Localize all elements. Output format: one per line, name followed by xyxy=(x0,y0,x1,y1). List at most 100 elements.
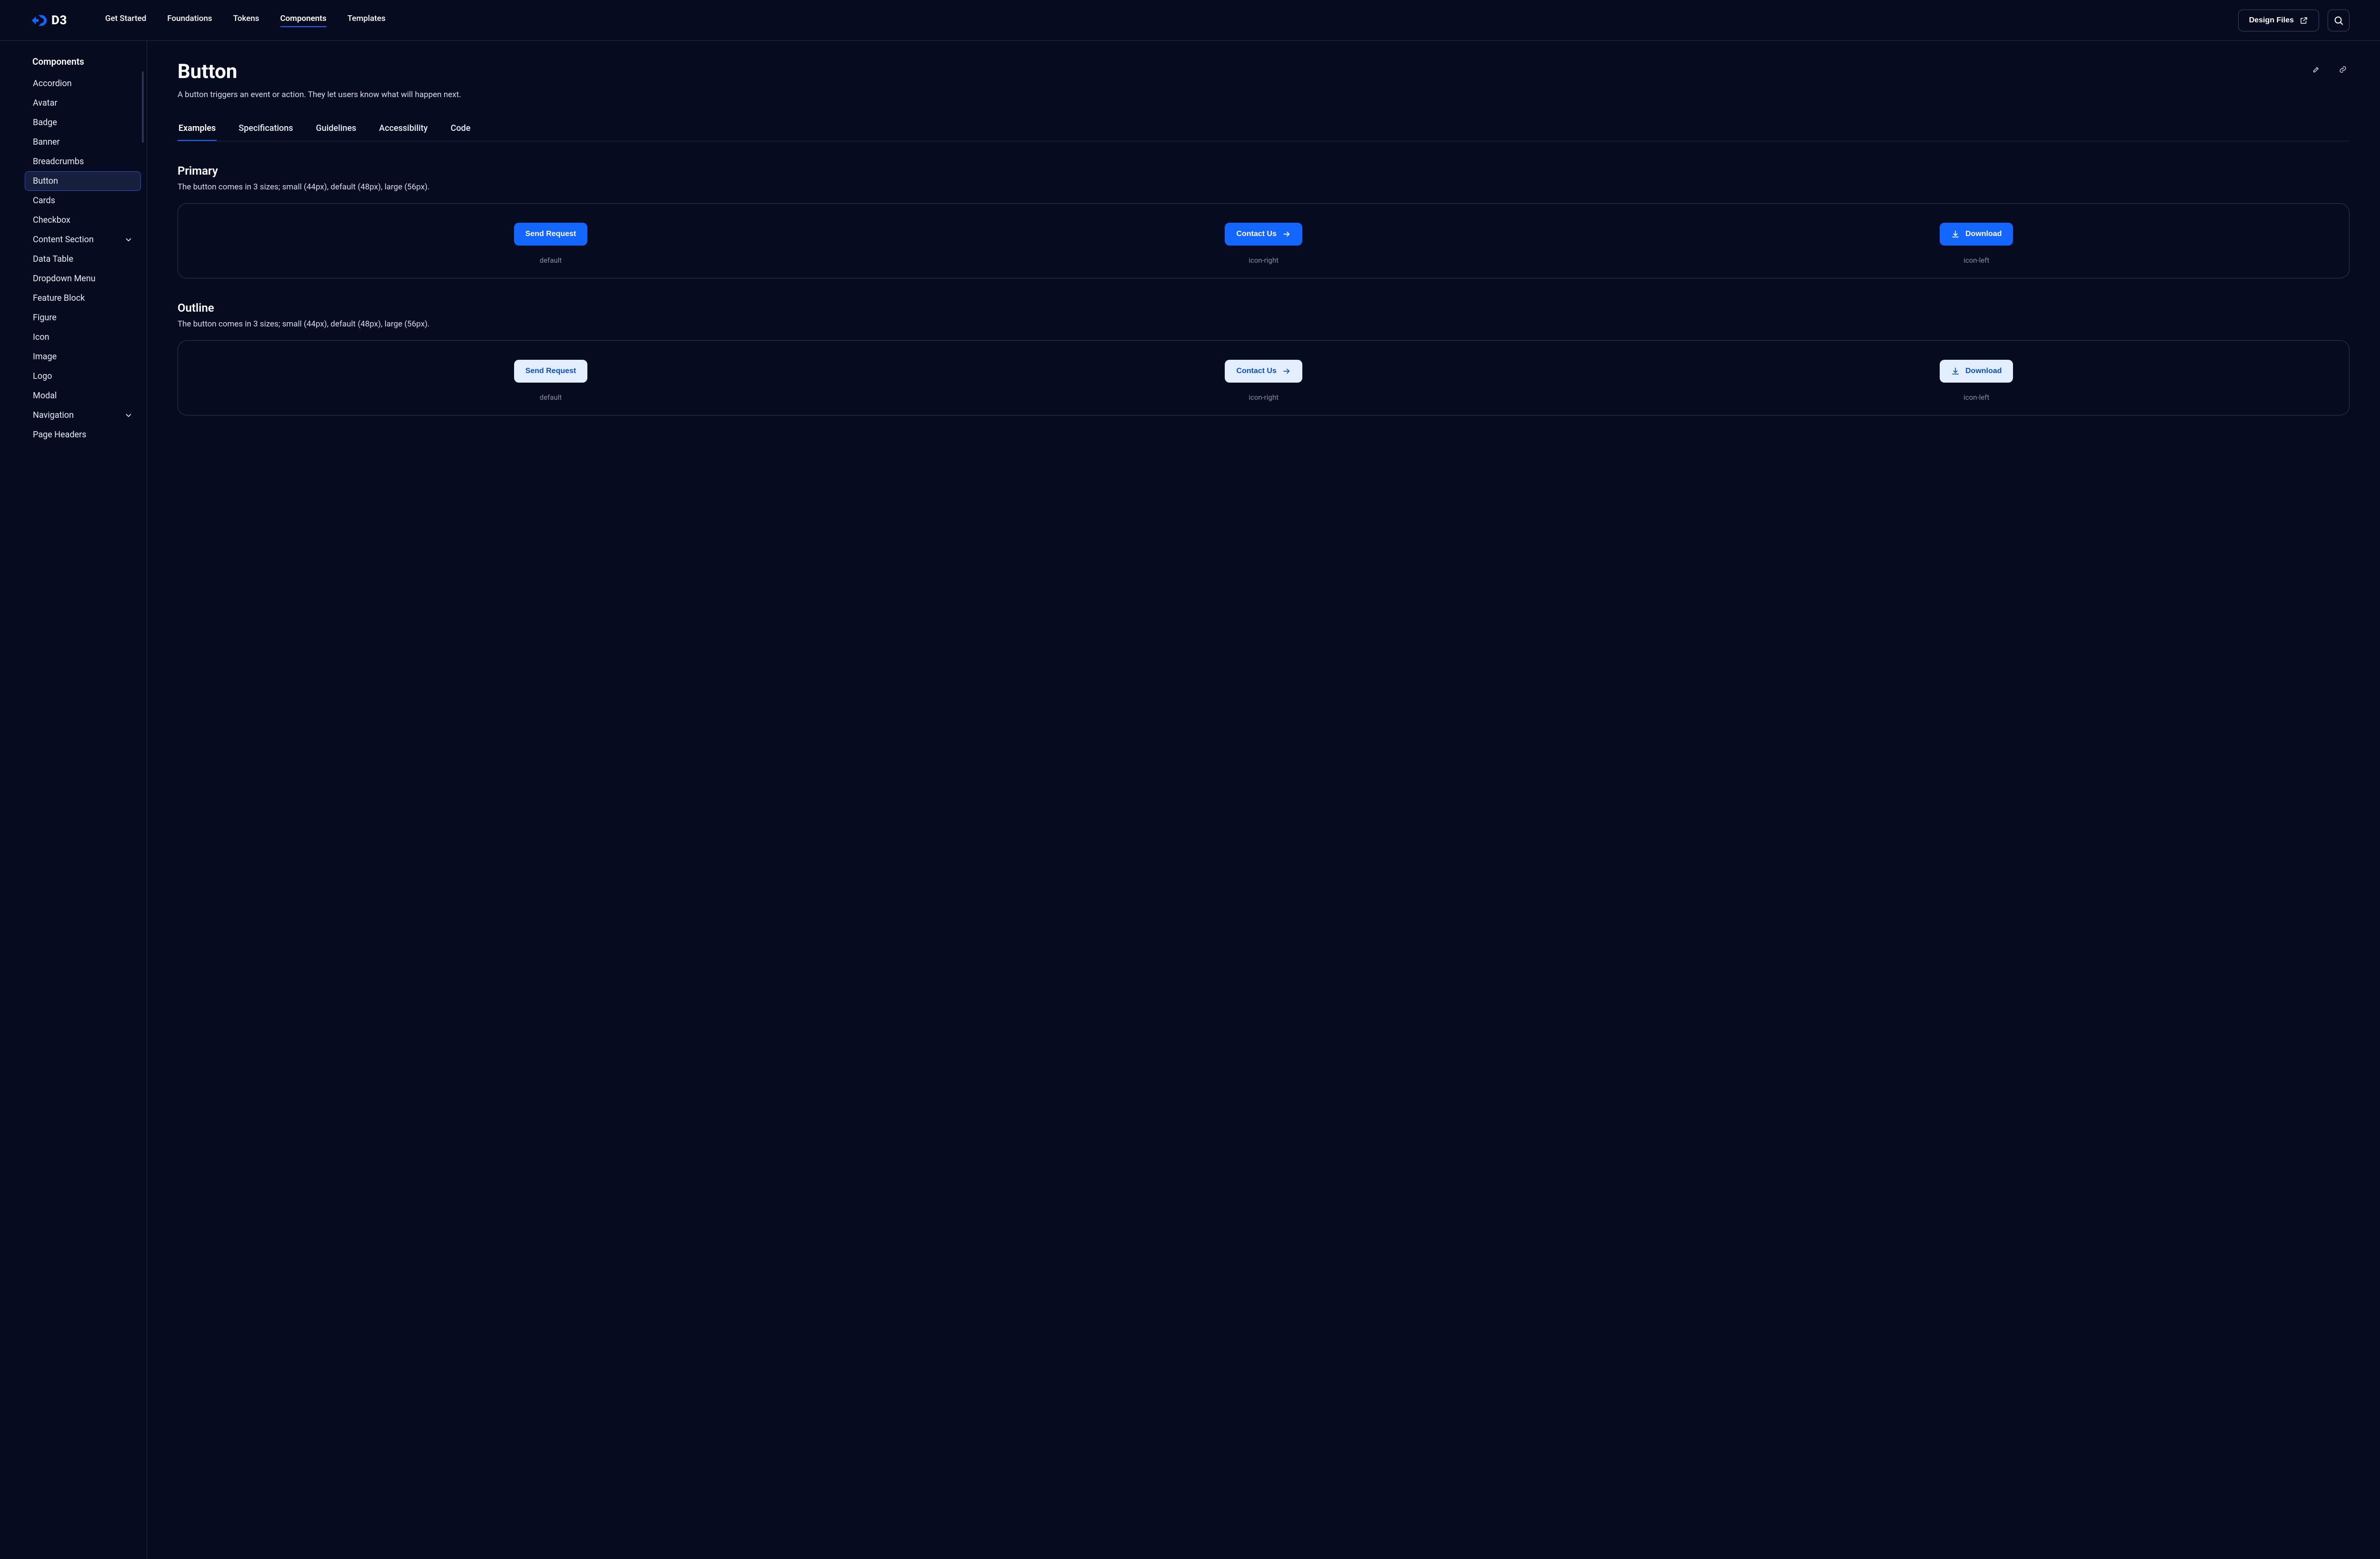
sidebar-item-label: Image xyxy=(33,352,57,362)
arrow-right-icon xyxy=(1282,367,1291,375)
sidebar-item-logo[interactable]: Logo xyxy=(25,366,141,386)
sidebar-item-feature-block[interactable]: Feature Block xyxy=(25,288,141,308)
sidebar-item-breadcrumbs[interactable]: Breadcrumbs xyxy=(25,152,141,171)
sidebar-item-label: Logo xyxy=(33,371,52,381)
page-title: Button xyxy=(178,60,461,83)
sidebar-item-label: Avatar xyxy=(33,98,57,108)
page-actions xyxy=(2310,63,2350,76)
sidebar-item-label: Button xyxy=(33,176,58,186)
sidebar-item-label: Accordion xyxy=(33,79,72,89)
content-tabs: Examples Specifications Guidelines Accessib… xyxy=(178,117,2350,141)
search-button[interactable] xyxy=(2328,10,2350,31)
primary-nav: Get Started Foundations Tokens Components Te… xyxy=(105,14,386,27)
sidebar-item-label: Feature Block xyxy=(33,293,85,303)
sidebar-item-data-table[interactable]: Data Table xyxy=(25,249,141,269)
sidebar-item-checkbox[interactable]: Checkbox xyxy=(25,210,141,230)
chevron-down-icon xyxy=(124,236,133,244)
brand-text: D3 xyxy=(51,13,67,28)
sidebar-item-label: Banner xyxy=(33,137,60,147)
tab-code[interactable]: Code xyxy=(450,117,472,141)
nav-get-started[interactable]: Get Started xyxy=(105,14,146,27)
button-label: Send Request xyxy=(526,367,576,375)
tab-guidelines[interactable]: Guidelines xyxy=(315,117,357,141)
sidebar-item-label: Cards xyxy=(33,196,55,206)
download-icon xyxy=(1951,230,1960,238)
example-cell: Contact Us icon-right xyxy=(1225,223,1302,265)
sidebar-item-content-section[interactable]: Content Section xyxy=(25,230,141,249)
scrollbar-thumb[interactable] xyxy=(142,71,144,143)
tab-specifications[interactable]: Specifications xyxy=(238,117,294,141)
example-caption: icon-right xyxy=(1249,256,1279,265)
section-title: Outline xyxy=(178,301,2350,315)
section-outline: Outline The button comes in 3 sizes; smal… xyxy=(178,301,2350,415)
logo-icon xyxy=(30,12,47,29)
example-box: Send Request default Contact Us icon-right D… xyxy=(178,340,2350,415)
sidebar-item-badge[interactable]: Badge xyxy=(25,113,141,132)
example-caption: icon-right xyxy=(1249,393,1279,402)
brand-logo[interactable]: D3 xyxy=(30,12,67,29)
section-description: The button comes in 3 sizes; small (44px… xyxy=(178,182,2350,192)
button-label: Contact Us xyxy=(1236,367,1276,375)
button-label: Contact Us xyxy=(1236,230,1276,238)
download-icon xyxy=(1951,367,1960,375)
sidebar-item-label: Badge xyxy=(33,118,57,128)
secondary-button-icon-left[interactable]: Download xyxy=(1940,360,2013,383)
design-files-label: Design Files xyxy=(2249,16,2294,25)
sidebar-item-modal[interactable]: Modal xyxy=(25,386,141,405)
sidebar-item-label: Content Section xyxy=(33,235,94,245)
example-caption: icon-left xyxy=(1964,393,1989,402)
header-actions: Design Files xyxy=(2238,10,2350,31)
sidebar-item-label: Navigation xyxy=(33,410,74,420)
tab-examples[interactable]: Examples xyxy=(178,117,217,141)
sidebar-item-accordion[interactable]: Accordion xyxy=(25,74,141,93)
example-caption: default xyxy=(540,256,562,265)
sidebar-item-label: Figure xyxy=(33,313,57,323)
section-description: The button comes in 3 sizes; small (44px… xyxy=(178,319,2350,329)
tab-accessibility[interactable]: Accessibility xyxy=(378,117,428,141)
sidebar-item-image[interactable]: Image xyxy=(25,347,141,366)
page-description: A button triggers an event or action. Th… xyxy=(178,90,461,99)
button-label: Send Request xyxy=(526,230,576,238)
primary-button-icon-right[interactable]: Contact Us xyxy=(1225,223,1302,246)
design-files-button[interactable]: Design Files xyxy=(2238,10,2319,31)
page-header: Button A button triggers an event or act… xyxy=(178,60,2350,99)
sidebar-item-label: Modal xyxy=(33,391,57,401)
sidebar-item-label: Icon xyxy=(33,332,50,342)
secondary-button-icon-right[interactable]: Contact Us xyxy=(1225,360,1302,383)
edit-icon xyxy=(2312,64,2320,75)
sidebar-item-label: Breadcrumbs xyxy=(33,157,84,167)
app-header: D3 Get Started Foundations Tokens Component… xyxy=(0,0,2380,41)
external-link-icon xyxy=(2300,16,2308,25)
copy-link-button[interactable] xyxy=(2336,63,2350,76)
sidebar-item-label: Dropdown Menu xyxy=(33,274,96,284)
sidebar-item-cards[interactable]: Cards xyxy=(25,191,141,210)
sidebar-item-icon[interactable]: Icon xyxy=(25,327,141,347)
sidebar-item-figure[interactable]: Figure xyxy=(25,308,141,327)
sidebar-item-banner[interactable]: Banner xyxy=(25,132,141,152)
nav-templates[interactable]: Templates xyxy=(347,14,386,27)
example-cell: Send Request default xyxy=(514,360,588,402)
search-icon xyxy=(2333,15,2344,26)
button-label: Download xyxy=(1965,230,2002,238)
sidebar-item-label: Page Headers xyxy=(33,430,86,440)
sidebar-item-navigation[interactable]: Navigation xyxy=(25,405,141,425)
sidebar-item-avatar[interactable]: Avatar xyxy=(25,93,141,113)
sidebar-item-label: Checkbox xyxy=(33,215,70,225)
nav-tokens[interactable]: Tokens xyxy=(233,14,259,27)
edit-button[interactable] xyxy=(2310,63,2323,76)
nav-foundations[interactable]: Foundations xyxy=(167,14,212,27)
sidebar-item-page-headers[interactable]: Page Headers xyxy=(25,425,141,444)
button-label: Download xyxy=(1965,367,2002,375)
sidebar-item-button[interactable]: Button xyxy=(25,171,141,191)
primary-button-default[interactable]: Send Request xyxy=(514,223,588,246)
arrow-right-icon xyxy=(1282,230,1291,238)
content-area: Button A button triggers an event or act… xyxy=(147,41,2380,1559)
example-cell: Downloadicon-left xyxy=(1940,223,2013,265)
example-caption: default xyxy=(540,393,562,402)
example-cell: Send Request default xyxy=(514,223,588,265)
chevron-down-icon xyxy=(124,411,133,420)
secondary-button-default[interactable]: Send Request xyxy=(514,360,588,383)
primary-button-icon-left[interactable]: Download xyxy=(1940,223,2013,246)
sidebar-item-dropdown-menu[interactable]: Dropdown Menu xyxy=(25,269,141,288)
nav-components[interactable]: Components xyxy=(280,14,327,27)
